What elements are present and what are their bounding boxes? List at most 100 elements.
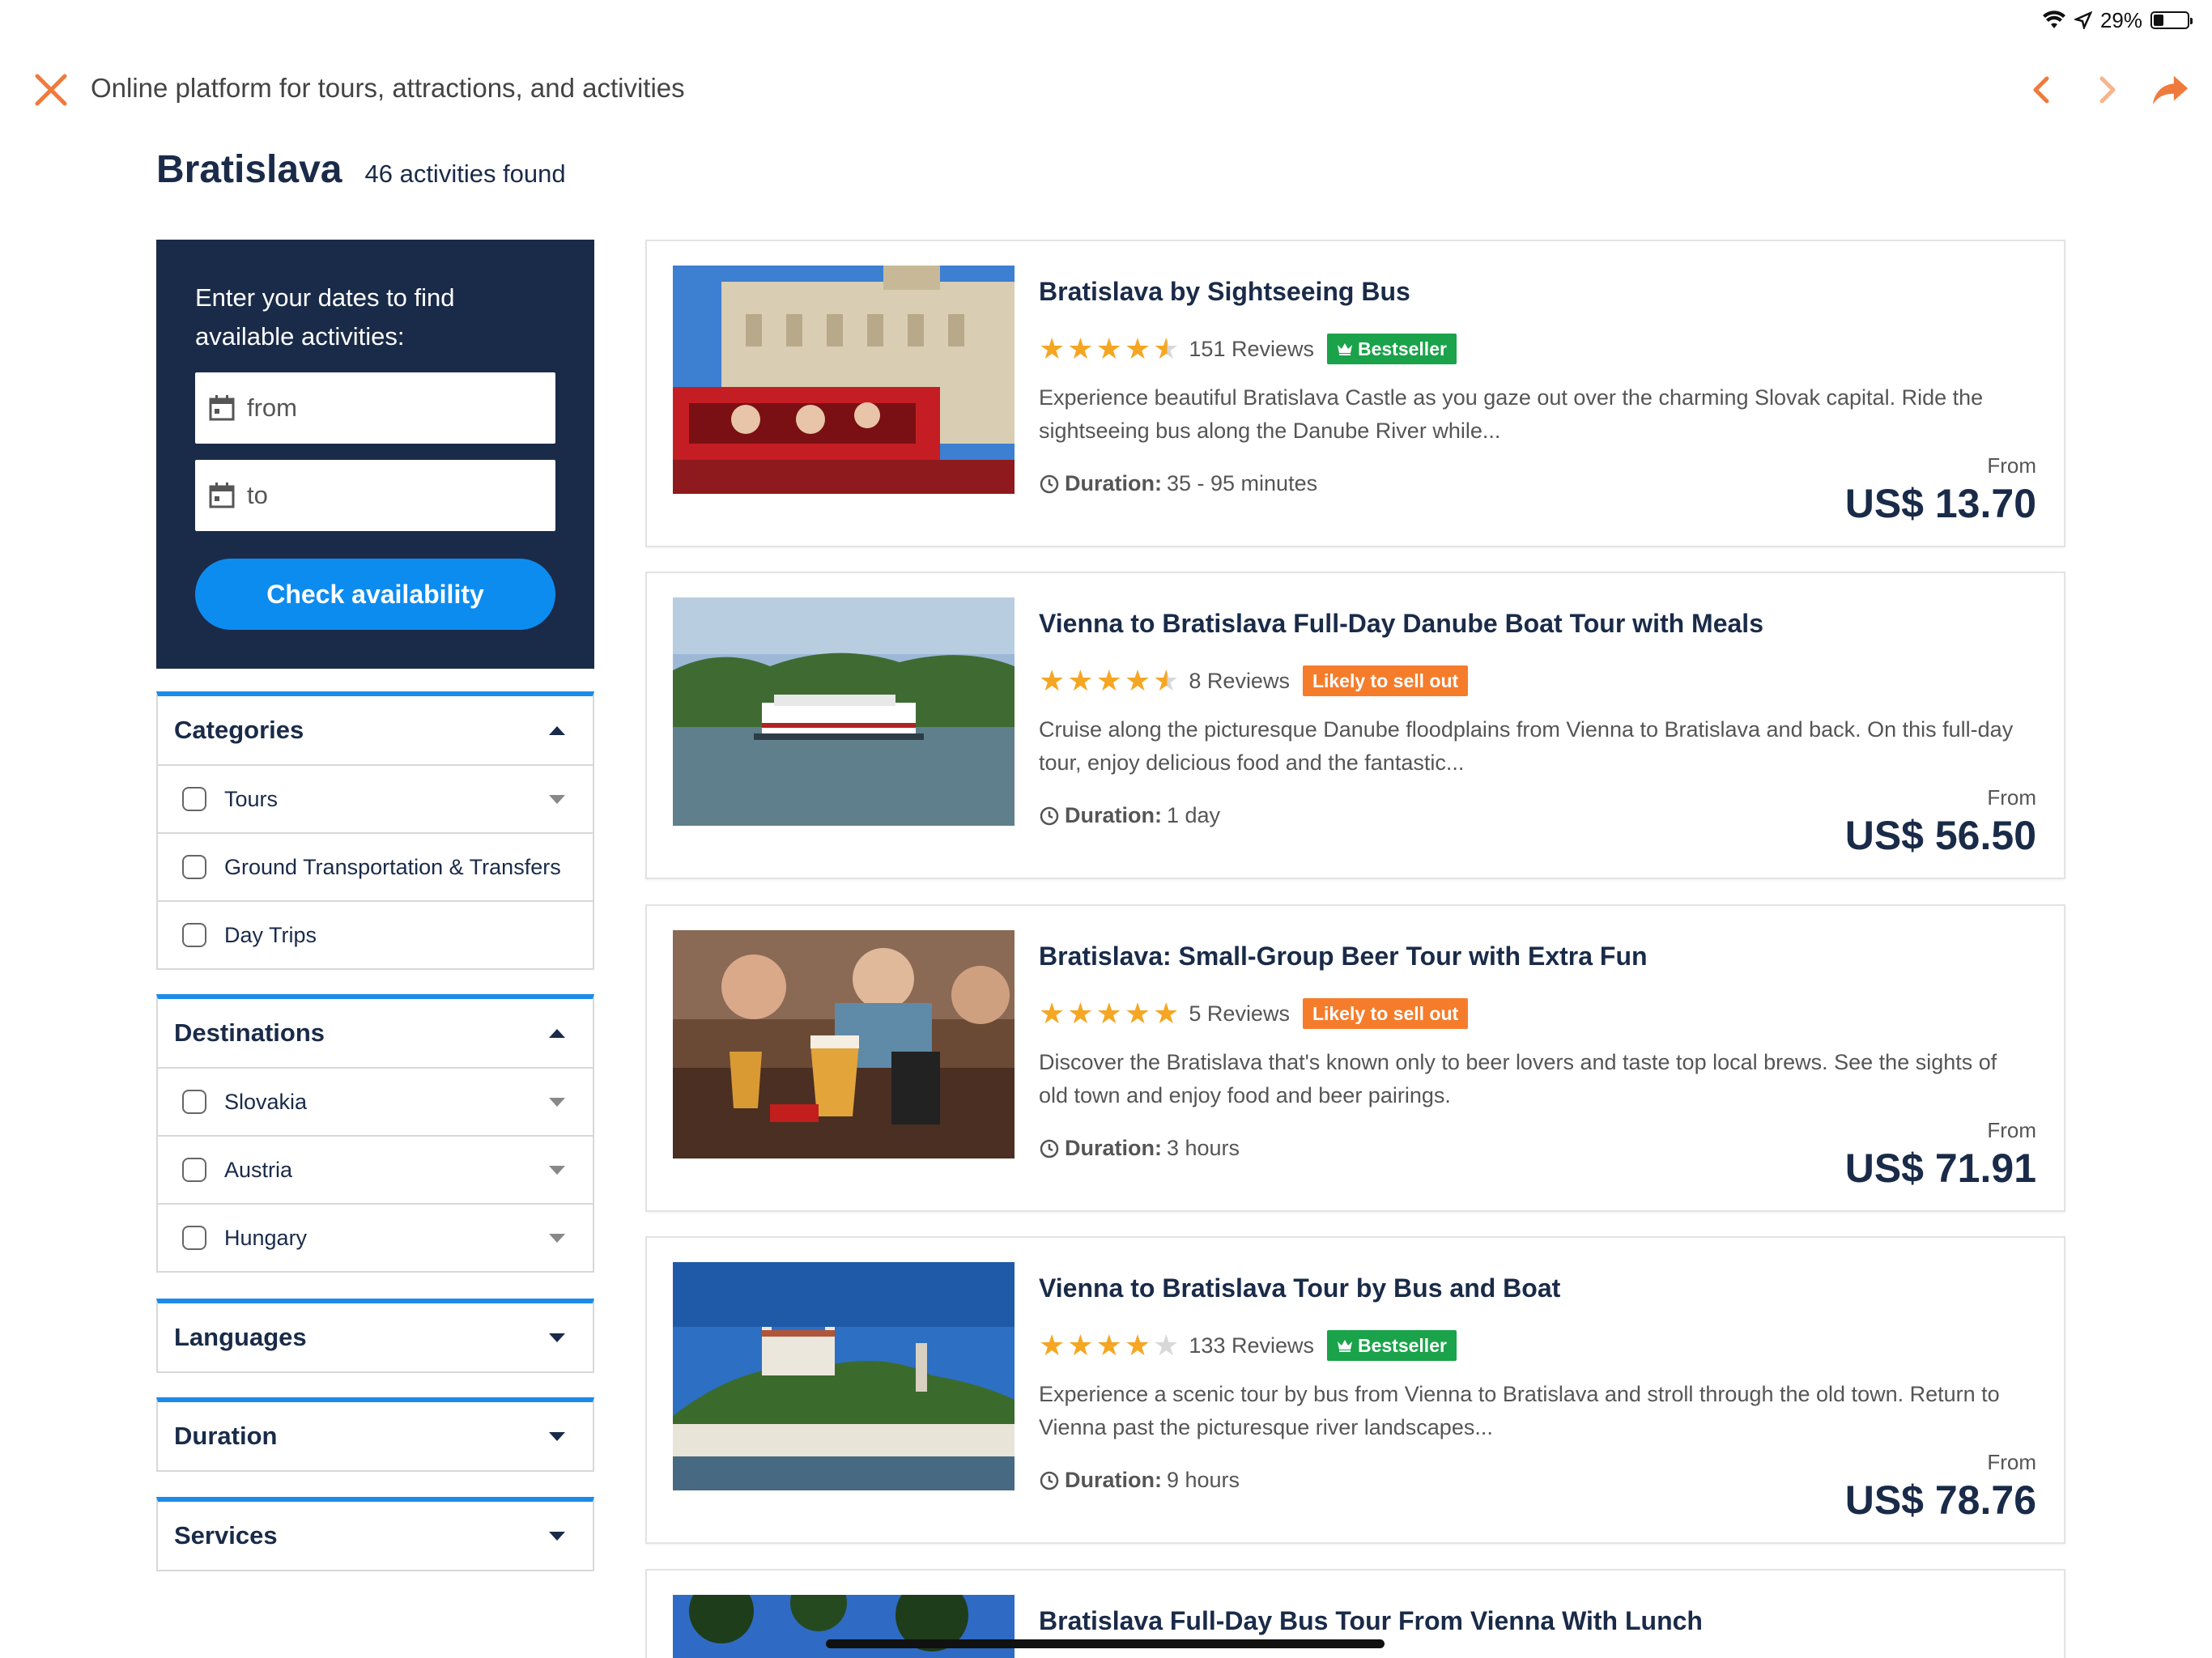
close-button[interactable] (32, 71, 70, 108)
back-button[interactable] (2021, 70, 2061, 110)
filter-option-day-trips[interactable]: Day Trips (158, 900, 593, 968)
star-icon: ★ (1039, 1329, 1066, 1362)
calendar-icon (209, 483, 235, 508)
star-rating: ★ ★ ★ ★ ★ (1039, 1331, 1179, 1360)
filter-option-label: Day Trips (224, 922, 317, 947)
filter-option-ground-transportation[interactable]: Ground Transportation & Transfers (158, 832, 593, 900)
filter-option-slovakia[interactable]: Slovakia (158, 1067, 593, 1135)
share-icon (2152, 75, 2189, 105)
activity-thumbnail[interactable] (673, 1262, 1015, 1490)
caret-down-icon[interactable] (549, 794, 565, 804)
duration-value: 9 hours (1166, 1468, 1240, 1492)
caret-down-icon[interactable] (549, 1165, 565, 1175)
star-icon: ★ (1067, 664, 1094, 697)
clock-icon (1040, 806, 1059, 825)
activity-title[interactable]: Bratislava: Small-Group Beer Tour with E… (1039, 942, 2036, 971)
languages-filter[interactable]: Languages (156, 1299, 594, 1373)
battery-icon (2150, 11, 2193, 29)
checkbox[interactable] (182, 787, 206, 811)
star-icon: ★ (1095, 997, 1122, 1030)
activity-thumbnail[interactable] (673, 597, 1015, 826)
reviews-count[interactable]: 5 Reviews (1189, 1001, 1290, 1027)
activity-thumbnail[interactable] (673, 266, 1015, 494)
activity-duration: Duration: 3 hours (1039, 1136, 1240, 1161)
price-block: From US$ 71.91 (1845, 1118, 2036, 1192)
from-date-field[interactable]: from (195, 372, 555, 444)
checkbox[interactable] (182, 855, 206, 879)
reviews-count[interactable]: 8 Reviews (1189, 669, 1290, 694)
activity-title[interactable]: Vienna to Bratislava Tour by Bus and Boa… (1039, 1273, 2036, 1303)
home-indicator[interactable] (826, 1639, 1385, 1648)
filter-option-label: Hungary (224, 1225, 308, 1250)
price-from-label: From (1987, 785, 2036, 810)
star-rating: ★ ★ ★ ★ ★ (1039, 334, 1179, 363)
to-date-field[interactable]: to (195, 460, 555, 531)
clock-icon (1040, 1471, 1059, 1490)
services-filter[interactable]: Services (156, 1497, 594, 1571)
languages-filter-header[interactable]: Languages (158, 1303, 593, 1371)
caret-down-icon[interactable] (549, 1233, 565, 1243)
caret-down-icon (549, 1531, 565, 1541)
activity-details: Vienna to Bratislava Tour by Bus and Boa… (1039, 1273, 2036, 1444)
activity-title[interactable]: Bratislava Full-Day Bus Tour From Vienna… (1039, 1606, 2036, 1636)
destinations-filter: Destinations Slovakia Austria Hungary (156, 994, 594, 1273)
sell-out-badge: Likely to sell out (1302, 998, 1469, 1029)
activity-description: Experience beautiful Bratislava Castle a… (1039, 385, 1984, 443)
check-availability-button[interactable]: Check availability (195, 559, 555, 630)
status-bar: 29% (2042, 6, 2193, 34)
close-icon (35, 74, 67, 106)
activity-title[interactable]: Bratislava by Sightseeing Bus (1039, 277, 2036, 307)
reviews-count[interactable]: 133 Reviews (1189, 1333, 1314, 1358)
filter-option-hungary[interactable]: Hungary (158, 1203, 593, 1271)
filter-option-austria[interactable]: Austria (158, 1135, 593, 1203)
duration-value: 1 day (1166, 803, 1221, 827)
checkbox[interactable] (182, 1158, 206, 1182)
location-icon (2074, 11, 2092, 29)
filter-option-tours[interactable]: Tours (158, 764, 593, 832)
duration-filter[interactable]: Duration (156, 1397, 594, 1472)
rating-row: ★ ★ ★ ★ ★ 151 Reviews Bestseller (1039, 333, 2036, 365)
date-search-panel: Enter your dates to find available activ… (156, 240, 594, 669)
clock-icon (1040, 1139, 1059, 1158)
duration-filter-label: Duration (174, 1422, 278, 1450)
filter-option-label: Tours (224, 786, 279, 811)
activity-card[interactable]: Vienna to Bratislava Tour by Bus and Boa… (645, 1236, 2065, 1544)
checkbox[interactable] (182, 1226, 206, 1250)
reviews-count[interactable]: 151 Reviews (1189, 337, 1314, 362)
star-icon: ★ (1124, 332, 1151, 365)
star-icon: ★ (1067, 332, 1094, 365)
activity-title[interactable]: Vienna to Bratislava Full-Day Danube Boa… (1039, 609, 2036, 639)
caret-down-icon[interactable] (549, 1097, 565, 1107)
star-icon: ★ (1039, 664, 1066, 697)
star-icon: ★ (1067, 1329, 1094, 1362)
star-icon: ★ (1153, 332, 1180, 365)
duration-filter-header[interactable]: Duration (158, 1402, 593, 1470)
forward-button[interactable] (2087, 70, 2128, 110)
activity-card[interactable]: Bratislava by Sightseeing Bus ★ ★ ★ ★ ★ 151 … (645, 240, 2065, 547)
categories-filter-header[interactable]: Categories (158, 696, 593, 764)
checkbox[interactable] (182, 923, 206, 947)
star-icon: ★ (1067, 997, 1094, 1030)
duration-label: Duration: (1065, 1136, 1162, 1160)
badge-label: Bestseller (1357, 338, 1447, 359)
activity-thumbnail[interactable] (673, 1595, 1015, 1658)
activity-card[interactable]: Vienna to Bratislava Full-Day Danube Boa… (645, 572, 2065, 879)
activity-card[interactable]: Bratislava: Small-Group Beer Tour with E… (645, 904, 2065, 1212)
activity-thumbnail[interactable] (673, 930, 1015, 1158)
sell-out-badge: Likely to sell out (1302, 665, 1469, 696)
chevron-right-icon (2099, 76, 2116, 104)
rating-row: ★ ★ ★ ★ ★ 8 Reviews Likely to sell out (1039, 665, 2036, 697)
caret-down-icon (549, 1431, 565, 1441)
calendar-icon (209, 395, 235, 421)
results-heading: Bratislava 46 activities found (156, 147, 566, 192)
star-icon: ★ (1153, 664, 1180, 697)
bestseller-badge: Bestseller (1326, 1330, 1457, 1361)
rating-row: ★ ★ ★ ★ ★ 5 Reviews Likely to sell out (1039, 997, 2036, 1030)
destinations-filter-header[interactable]: Destinations (158, 999, 593, 1067)
share-button[interactable] (2150, 70, 2191, 110)
services-filter-header[interactable]: Services (158, 1502, 593, 1570)
caret-up-icon (549, 725, 565, 735)
checkbox[interactable] (182, 1090, 206, 1114)
battery-percent: 29% (2099, 7, 2142, 32)
activity-duration: Duration: 35 - 95 minutes (1039, 471, 1317, 496)
